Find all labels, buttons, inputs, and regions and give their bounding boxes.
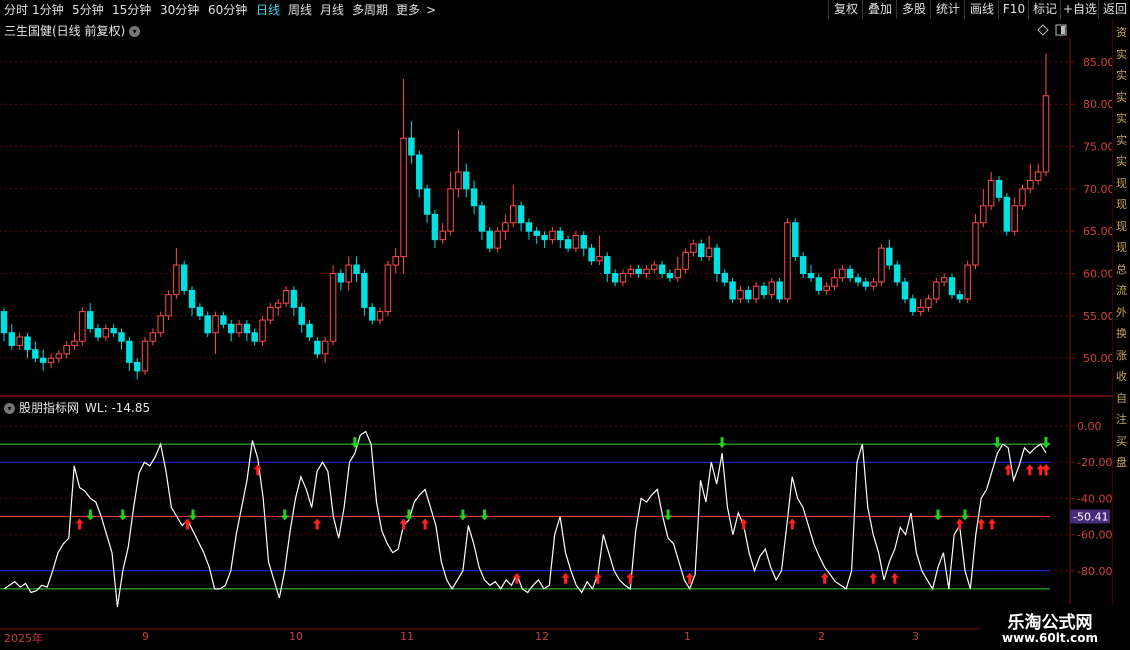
badge-text: -50.41 xyxy=(1073,511,1108,524)
quote-label-16: 收 xyxy=(1116,370,1127,383)
quote-label-5: 实 xyxy=(1116,133,1127,147)
candle-114 xyxy=(893,260,901,287)
quote-label-7: 现 xyxy=(1116,176,1127,190)
ind-tick-label-4: -80.00 xyxy=(1077,565,1112,578)
candle-10 xyxy=(79,307,86,346)
quote-label-0: 资 xyxy=(1116,26,1127,39)
quote-label-6: 实 xyxy=(1116,155,1127,168)
quote-label-11: 总 xyxy=(1116,262,1127,276)
chart-area: 85.00 80.00 75.00 70.00 65.00 60.00 55.00 50.00… xyxy=(0,20,1112,630)
x-tick-label-7: 3 xyxy=(912,630,919,643)
candle-121 xyxy=(948,273,956,299)
candle-100 xyxy=(784,218,791,304)
quote-label-20: 盘 xyxy=(1116,456,1127,469)
price-tick-label-6: 55.00 xyxy=(1083,310,1112,323)
quote-label-9: 现 xyxy=(1116,219,1127,233)
candle-18 xyxy=(141,336,149,376)
candle-62 xyxy=(486,226,493,253)
x-tick-label-5: 1 xyxy=(684,630,691,643)
stock-title-text: 三生国健(日线 前复权) xyxy=(4,24,126,38)
candle-26 xyxy=(204,311,211,337)
price-tick-label-2: 75.00 xyxy=(1083,141,1112,154)
candle-23 xyxy=(180,260,188,295)
wl-value: -14.85 xyxy=(111,401,151,415)
price-tick-label-3: 70.00 xyxy=(1083,183,1112,196)
quote-label-15: 涨 xyxy=(1116,348,1127,362)
price-tick-label-7: 50.00 xyxy=(1083,352,1112,365)
quote-label-17: 自 xyxy=(1116,391,1127,405)
ind-tick-label-0: 0.00 xyxy=(1077,420,1102,433)
watermark-title: 乐淘公式网 xyxy=(1007,613,1093,633)
chart-frame xyxy=(0,20,1112,630)
quote-label-2: 实 xyxy=(1116,69,1127,82)
ind-tick-label-2: -40.00 xyxy=(1077,492,1112,505)
candle-124 xyxy=(972,214,979,270)
x-tick-label-0: 2025年 xyxy=(4,632,43,645)
ind-tick-label-1: -20.00 xyxy=(1077,456,1112,469)
candle-33 xyxy=(259,315,266,346)
watermark-url: www.60lt.com xyxy=(1001,631,1099,645)
quote-label-10: 现 xyxy=(1116,241,1127,254)
quote-label-18: 注 xyxy=(1116,413,1127,426)
quote-label-4: 实 xyxy=(1116,112,1127,125)
quote-label-1: 实 xyxy=(1116,47,1127,61)
indicator-title: ▾ 股朋指标网 WL: -14.85 xyxy=(4,399,150,416)
ind-tick-label-3: -60.00 xyxy=(1077,529,1112,542)
price-tick-label-1: 80.00 xyxy=(1083,98,1112,111)
wl-label: WL: xyxy=(85,401,108,415)
candle-101 xyxy=(792,218,799,261)
chevron-down-icon[interactable]: ▾ xyxy=(129,26,141,37)
quote-label-19: 买 xyxy=(1116,434,1127,448)
stock-title: 三生国健(日线 前复权) ▾ xyxy=(4,22,141,39)
candle-119 xyxy=(933,277,940,304)
x-tick-label-6: 2 xyxy=(818,630,825,643)
quote-label-14: 换 xyxy=(1116,327,1127,340)
candle-112 xyxy=(878,243,885,287)
quote-label-8: 现 xyxy=(1116,198,1127,211)
candle-87 xyxy=(682,248,689,274)
candle-130 xyxy=(1019,184,1026,211)
candle-123 xyxy=(964,260,971,304)
watermark: 乐淘公式网 www.60lt.com xyxy=(980,604,1130,650)
current-value-badge: -50.41 xyxy=(1070,509,1110,524)
candle-127 xyxy=(995,176,1003,202)
candle-63 xyxy=(494,226,501,253)
price-tick-label-5: 60.00 xyxy=(1083,268,1112,281)
candle-21 xyxy=(165,290,172,321)
x-tick-label-4: 12 xyxy=(535,630,549,643)
indicator-name: 股朋指标网 xyxy=(19,401,80,415)
x-tick-label-1: 9 xyxy=(142,630,149,643)
quote-label-13: 外 xyxy=(1116,305,1127,319)
quote-info-column: 资实实实实实实现现现现总流外换涨收自注买盘 xyxy=(1112,20,1130,650)
chevron-down-icon[interactable]: ▾ xyxy=(4,403,15,414)
candle-20 xyxy=(157,311,164,337)
window-toggle-icon-fill xyxy=(1061,26,1065,34)
price-tick-label-0: 85.00 xyxy=(1083,56,1112,69)
candle-99 xyxy=(776,277,783,304)
x-tick-label-3: 11 xyxy=(400,630,414,643)
x-tick-label-2: 10 xyxy=(289,630,303,643)
candle-49 xyxy=(384,260,392,316)
candle-42 xyxy=(329,265,337,346)
quote-label-12: 流 xyxy=(1116,284,1127,297)
candle-128 xyxy=(1003,193,1011,236)
quote-label-3: 实 xyxy=(1116,90,1127,104)
candle-93 xyxy=(729,277,736,304)
candle-102 xyxy=(799,252,807,278)
candle-115 xyxy=(901,277,909,304)
price-tick-label-4: 65.00 xyxy=(1083,225,1112,238)
